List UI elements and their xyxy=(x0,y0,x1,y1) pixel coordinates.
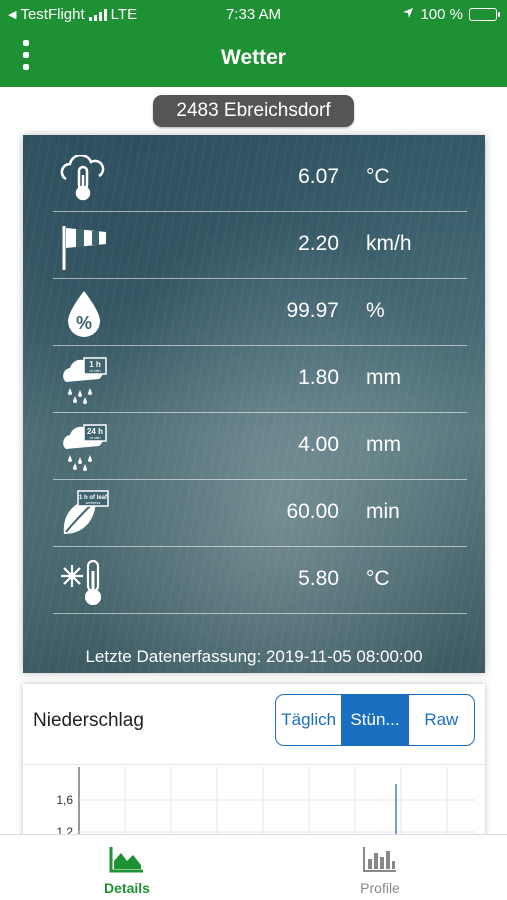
reading-row: % 99.97 % xyxy=(53,279,467,346)
chart-svg: 1,61,2 xyxy=(56,767,475,844)
weather-card: 6.07 °C 2.20 km/h % 99.97 % 1 h of rain … xyxy=(23,135,485,673)
bar-chart-icon xyxy=(363,847,396,872)
reading-value: 2.20 xyxy=(298,232,339,255)
tab-details[interactable]: Details xyxy=(67,845,187,896)
rain-1h-icon: 1 h of rain xyxy=(58,356,110,404)
battery-percent: 100 % xyxy=(420,6,463,23)
humidity-drop-icon: % xyxy=(58,289,110,337)
reading-value: 4.00 xyxy=(298,433,339,456)
precipitation-chart: 1,6 1,2 xyxy=(23,764,485,844)
reading-row: 24 h of rain 4.00 mm xyxy=(53,413,467,480)
reading-unit: mm xyxy=(366,366,401,389)
app-bar: Wetter xyxy=(0,30,507,87)
rain-24h-icon: 24 h of rain xyxy=(58,423,110,471)
reading-unit: km/h xyxy=(366,232,412,255)
reading-row: 5.80 °C xyxy=(53,547,467,614)
reading-unit: min xyxy=(366,500,400,523)
segment-raw[interactable]: Raw xyxy=(409,695,474,745)
page-title: Wetter xyxy=(221,46,286,69)
svg-text:wetness: wetness xyxy=(86,500,101,505)
reading-row: 6.07 °C xyxy=(53,145,467,212)
reading-unit: % xyxy=(366,299,385,322)
interval-segmented-control: Täglich Stün... Raw xyxy=(275,694,475,746)
reading-value: 6.07 xyxy=(298,165,339,188)
area-chart-icon xyxy=(109,847,143,873)
precipitation-title: Niederschlag xyxy=(33,710,144,731)
svg-text:of rain: of rain xyxy=(89,368,100,373)
svg-text:%: % xyxy=(76,313,92,333)
reading-value: 99.97 xyxy=(286,299,339,322)
windsock-icon xyxy=(58,222,110,270)
reading-row: 1 h of rain 1.80 mm xyxy=(53,346,467,413)
segment-hourly[interactable]: Stün... xyxy=(342,695,409,745)
svg-text:of rain: of rain xyxy=(89,435,100,440)
status-bar: ◀ TestFlight LTE 7:33 AM 100 % xyxy=(0,0,507,30)
reading-value: 5.80 xyxy=(298,567,339,590)
tab-bar: Details Profile xyxy=(0,834,507,900)
reading-row: 1 h of leaf wetness 60.00 min xyxy=(53,480,467,547)
location-arrow-icon xyxy=(402,6,414,23)
tab-profile[interactable]: Profile xyxy=(320,845,440,896)
segment-daily[interactable]: Täglich xyxy=(276,695,343,745)
leaf-wetness-icon: 1 h of leaf wetness xyxy=(58,490,110,538)
last-update-text: Letzte Datenerfassung: 2019-11-05 08:00:… xyxy=(85,647,423,666)
reading-unit: mm xyxy=(366,433,401,456)
location-selector[interactable]: 2483 Ebreichsdorf xyxy=(153,95,354,127)
reading-value: 60.00 xyxy=(286,500,339,523)
cloud-thermometer-icon xyxy=(58,153,110,203)
reading-row: 2.20 km/h xyxy=(53,212,467,279)
tab-profile-label: Profile xyxy=(360,880,400,896)
status-right: 100 % xyxy=(402,6,500,23)
reading-value: 1.80 xyxy=(298,366,339,389)
battery-icon xyxy=(469,8,500,21)
y-tick-label: 1,6 xyxy=(56,793,73,807)
frost-thermometer-icon xyxy=(58,557,110,606)
reading-unit: °C xyxy=(366,567,390,590)
precipitation-card: Niederschlag Täglich Stün... Raw 1,6 1,2 xyxy=(23,684,485,844)
tab-details-label: Details xyxy=(104,880,150,896)
reading-unit: °C xyxy=(366,165,390,188)
